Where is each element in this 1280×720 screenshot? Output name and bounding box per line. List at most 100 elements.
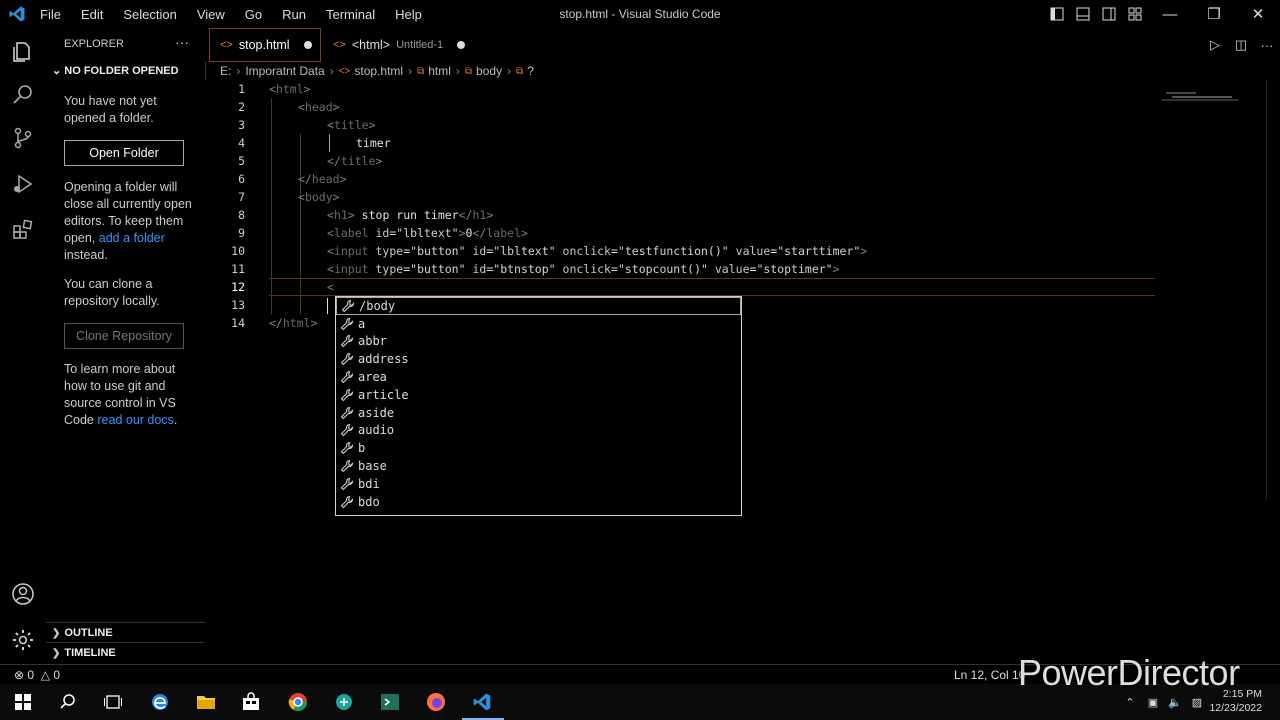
outline-section[interactable]: ❯ OUTLINE [46,622,205,643]
suggestion-item[interactable]: bdi [336,475,741,493]
tab-label: <html> [351,38,391,52]
menu-selection[interactable]: Selection [113,7,186,22]
tab-stop-html[interactable]: <> stop.html [209,28,321,62]
breadcrumb-file[interactable]: stop.html [354,64,403,78]
suggestion-item[interactable]: address [336,350,741,368]
terminal-app-icon[interactable] [380,692,400,712]
toggle-secondary-sidebar-icon[interactable] [1099,4,1119,24]
line-number: 4 [238,136,245,150]
wrench-icon [340,370,354,384]
vertical-scrollbar[interactable] [1266,80,1279,500]
wrench-icon [341,299,355,313]
windows-start-icon[interactable] [13,692,33,712]
app-icon[interactable] [334,692,354,712]
suggestion-item[interactable]: a [336,315,741,333]
clone-repository-button[interactable]: Clone Repository [64,323,184,349]
suggestion-item[interactable]: abbr [336,333,741,351]
more-actions-icon[interactable]: ··· [175,34,189,50]
firefox-icon[interactable] [426,692,446,712]
warning-icon: △ [40,668,50,682]
vscode-taskbar-icon[interactable] [472,692,492,712]
menu-edit[interactable]: Edit [71,7,113,22]
menu-help[interactable]: Help [385,7,432,22]
breadcrumb-unknown[interactable]: ? [527,64,534,78]
suggestion-item[interactable]: aside [336,404,741,422]
code-text: < [327,280,334,294]
suggestion-label: base [358,459,387,474]
error-count: 0 [27,668,35,682]
menu-view[interactable]: View [187,7,235,22]
open-folder-button[interactable]: Open Folder [64,140,184,166]
suggestion-label: bdo [358,494,380,509]
suggestion-item[interactable]: area [336,368,741,386]
breadcrumb-html[interactable]: html [428,64,451,78]
code-text: "stoptimer" [756,262,833,276]
minimize-icon[interactable]: — [1148,6,1192,23]
unsaved-dot-icon[interactable] [303,41,312,49]
toggle-sidebar-icon[interactable] [1047,4,1067,24]
breadcrumb: E: › Imporatnt Data › <> stop.html › ⧉ html › … [220,64,534,78]
store-icon[interactable] [241,692,261,712]
network-icon[interactable]: ▣ [1143,692,1163,712]
line-number: 8 [238,208,245,222]
menu-file[interactable]: File [30,7,71,22]
breadcrumb-folder[interactable]: Imporatnt Data [245,64,324,78]
show-hidden-icons-icon[interactable]: ⌃ [1120,692,1140,712]
unsaved-dot-icon[interactable] [457,41,466,49]
file-explorer-icon[interactable] [196,692,216,712]
run-debug-icon[interactable] [0,164,46,204]
close-icon[interactable]: ✕ [1236,5,1280,23]
breadcrumb-body[interactable]: body [476,64,502,78]
menu-go[interactable]: Go [235,7,272,22]
suggestion-item[interactable]: b [336,439,741,457]
tab-description: Untitled-1 [396,39,444,51]
task-view-icon[interactable] [103,692,123,712]
toggle-panel-icon[interactable] [1073,4,1093,24]
volume-icon[interactable]: 🔈 [1165,692,1185,712]
tab-untitled-1[interactable]: <> <html> Untitled-1 [325,28,473,62]
wrench-icon [340,441,354,455]
code-text: stop run timer [361,208,459,222]
element-icon: ⧉ [417,65,425,77]
chevron-right-icon: ❯ [52,647,61,659]
suggestion-item[interactable]: bdo [336,493,741,511]
accounts-icon[interactable] [0,574,46,614]
suggestion-item[interactable]: /body [336,297,741,315]
settings-gear-icon[interactable] [0,620,46,660]
section-label: OUTLINE [64,627,113,639]
breadcrumb-drive[interactable]: E: [220,64,231,78]
read-docs-link[interactable]: read our docs [97,413,173,427]
suggestion-item[interactable]: base [336,457,741,475]
more-actions-icon[interactable]: ··· [1254,38,1280,53]
add-folder-link[interactable]: add a folder [99,231,165,245]
suggestion-item[interactable]: audio [336,422,741,440]
code-line: 12 < [205,278,1265,296]
no-folder-message: You have not yet opened a folder. [64,94,157,125]
split-editor-icon[interactable]: ◫ [1228,37,1254,53]
code-line: 2 <head> [205,98,1265,116]
wrench-icon [340,334,354,348]
cursor-position[interactable]: Ln 12, Col 10 [954,668,1025,682]
text-cursor [327,298,328,314]
html-file-icon: <> [333,39,346,51]
run-icon[interactable]: ▷ [1202,37,1228,53]
restore-icon[interactable]: ❐ [1192,5,1236,23]
extensions-icon[interactable] [0,210,46,250]
menu-terminal[interactable]: Terminal [316,7,385,22]
code-line: 3 <title> [205,116,1265,134]
suggestion-item[interactable]: article [336,386,741,404]
edge-browser-icon[interactable] [150,692,170,712]
code-line: 10 <input type="button" id="lbltext" oncl… [205,242,1265,260]
menu-run[interactable]: Run [272,7,316,22]
customize-layout-icon[interactable] [1125,4,1145,24]
source-control-icon[interactable] [0,118,46,158]
search-icon[interactable] [0,74,46,114]
minimap[interactable] [1162,90,1242,102]
chrome-icon[interactable] [288,692,308,712]
search-icon[interactable] [58,692,78,712]
explorer-icon[interactable] [0,32,46,72]
language-icon[interactable]: ▨ [1187,692,1207,712]
no-folder-section[interactable]: ⌄ NO FOLDER OPENED [52,64,179,77]
timeline-section[interactable]: ❯ TIMELINE [46,642,205,663]
problems-indicator[interactable]: ⊗ 0 △ 0 [14,668,60,682]
